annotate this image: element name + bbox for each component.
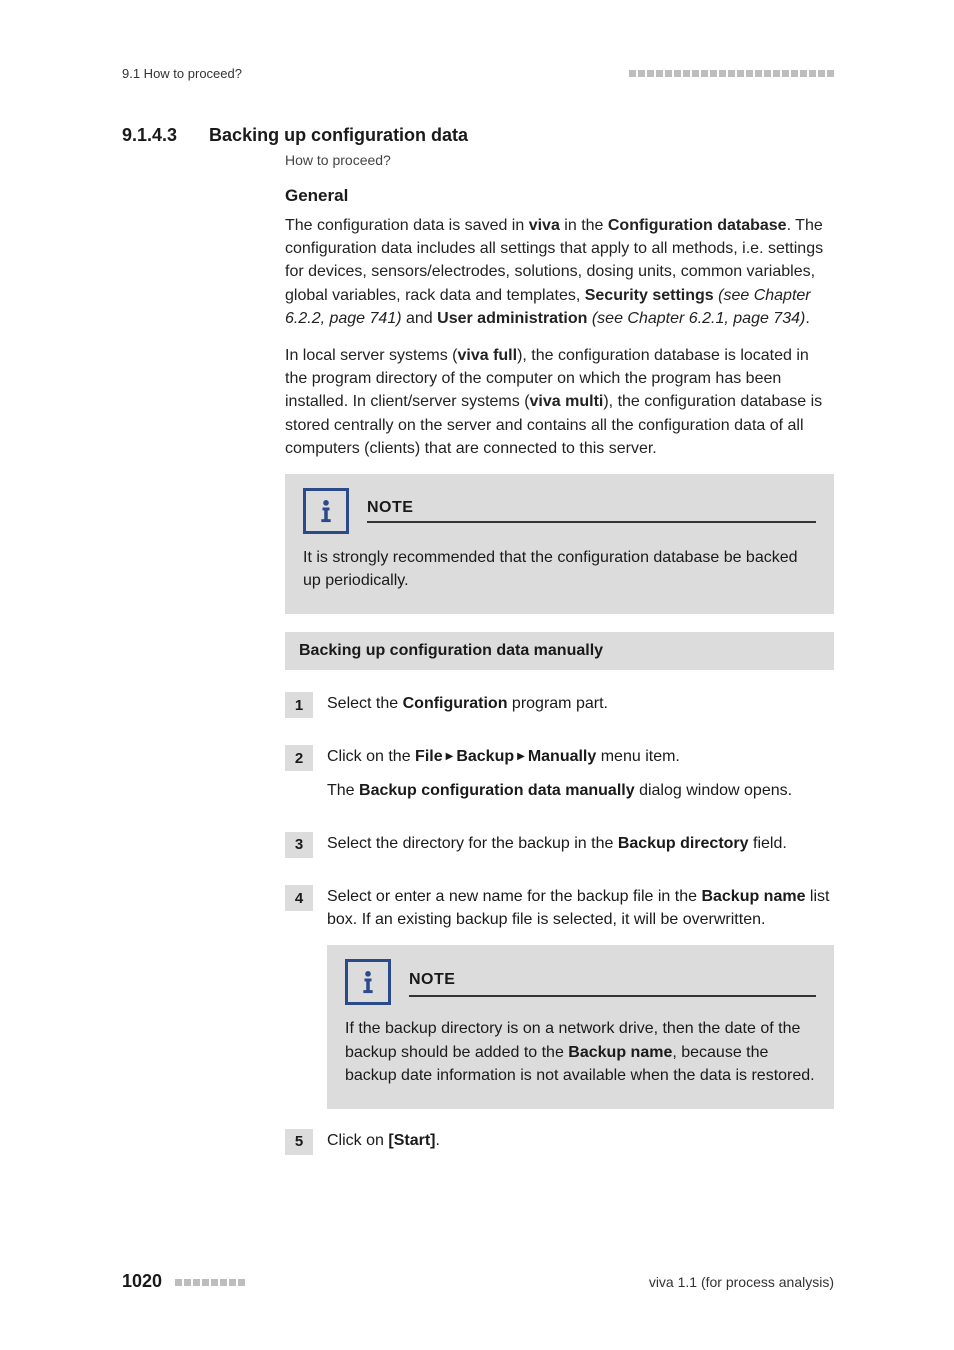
note-title: NOTE: [409, 971, 455, 988]
header-dots-icon: [629, 70, 834, 77]
section-title: Backing up configuration data: [209, 125, 468, 146]
note-title: NOTE: [367, 499, 413, 516]
general-paragraph-1: The configuration data is saved in viva …: [285, 214, 834, 330]
page-number: 1020: [122, 1271, 162, 1291]
step-number: 5: [285, 1129, 313, 1155]
step-number: 1: [285, 692, 313, 718]
note-text: It is strongly recommended that the conf…: [303, 546, 816, 592]
running-header: 9.1 How to proceed?: [122, 66, 834, 81]
triangle-icon: ▶: [514, 751, 528, 762]
page-number-group: 1020: [122, 1271, 245, 1292]
general-heading: General: [285, 186, 834, 206]
header-text: 9.1 How to proceed?: [122, 66, 242, 81]
footer-right: viva 1.1 (for process analysis): [649, 1274, 834, 1290]
info-icon: [303, 488, 349, 534]
step-number: 4: [285, 885, 313, 911]
footer-dots-icon: [175, 1279, 245, 1286]
step-1: 1 Select the Configuration program part.: [285, 692, 834, 725]
step-4: 4 Select or enter a new name for the bac…: [285, 885, 834, 1109]
triangle-icon: ▶: [443, 751, 457, 762]
general-paragraph-2: In local server systems (viva full), the…: [285, 344, 834, 460]
step-2: 2 Click on the File▶Backup▶Manually menu…: [285, 745, 834, 811]
procedure-heading: Backing up configuration data manually: [285, 632, 834, 670]
page-footer: 1020 viva 1.1 (for process analysis): [122, 1271, 834, 1292]
info-icon: [345, 959, 391, 1005]
note-box-1: NOTE It is strongly recommended that the…: [285, 474, 834, 614]
section-heading: 9.1.4.3 Backing up configuration data: [122, 125, 834, 146]
breadcrumb: How to proceed?: [285, 152, 834, 168]
step-number: 2: [285, 745, 313, 771]
step-5: 5 Click on [Start].: [285, 1129, 834, 1162]
document-page: 9.1 How to proceed? 9.1.4.3 Backing up c…: [0, 0, 954, 1350]
section-number: 9.1.4.3: [122, 125, 177, 146]
step-number: 3: [285, 832, 313, 858]
note-text: If the backup directory is on a network …: [345, 1017, 816, 1087]
step-3: 3 Select the directory for the backup in…: [285, 832, 834, 865]
note-box-2: NOTE If the backup directory is on a net…: [327, 945, 834, 1109]
